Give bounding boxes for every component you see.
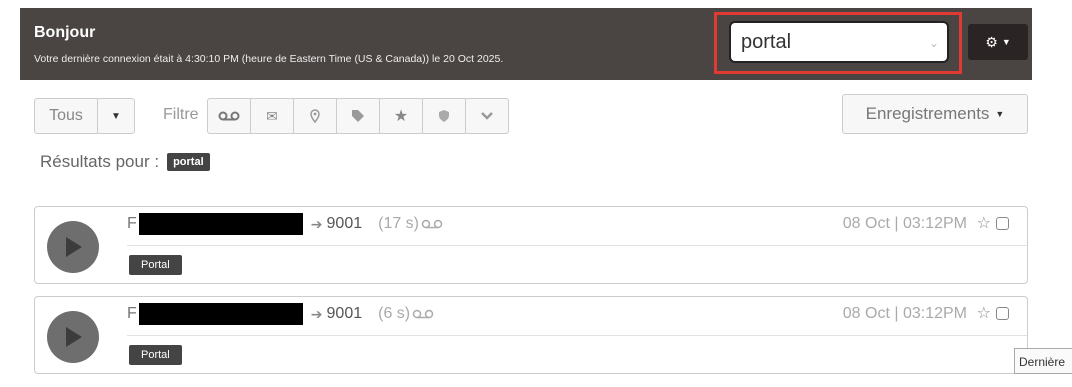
call-route: F ➔ 9001 (17 s) — [127, 213, 443, 235]
results-summary: Résultats pour : portal — [40, 152, 210, 172]
mail-filter-button[interactable]: ✉ — [251, 99, 294, 133]
search-input-value: portal — [741, 31, 792, 53]
voicemail-icon — [218, 111, 240, 121]
play-button[interactable] — [47, 221, 99, 273]
tooltip: Dernière — [1014, 348, 1072, 374]
voicemail-filter-button[interactable] — [208, 99, 251, 133]
call-duration: (6 s) — [378, 305, 411, 322]
more-filter-button[interactable] — [466, 99, 508, 133]
call-record[interactable]: F ➔ 9001 (17 s) 08 Oct | 03:12PM ☆ Porta… — [34, 206, 1028, 284]
records-dropdown[interactable]: Enregistrements ▼ — [842, 94, 1028, 134]
arrow-right-icon: ➔ — [310, 305, 323, 322]
redacted-caller — [138, 213, 303, 235]
call-datetime: 08 Oct | 03:12PM — [842, 215, 967, 232]
caller-prefix: F — [127, 305, 137, 322]
select-checkbox[interactable] — [996, 217, 1009, 230]
mail-icon: ✉ — [266, 107, 278, 124]
call-route: F ➔ 9001 (6 s) — [127, 303, 434, 325]
play-button[interactable] — [47, 311, 99, 363]
card-divider — [127, 335, 1027, 336]
call-tag[interactable]: Portal — [129, 345, 182, 365]
location-filter-button[interactable] — [294, 99, 337, 133]
call-datetime: 08 Oct | 03:12PM — [842, 305, 967, 322]
destination-number: 9001 — [326, 215, 363, 232]
card-divider — [127, 245, 1027, 246]
chevron-down-icon — [481, 112, 493, 120]
caret-down-icon: ▼ — [1001, 37, 1011, 47]
tag-filter-button[interactable] — [337, 99, 380, 133]
destination-number: 9001 — [326, 305, 363, 322]
filter-label: Filtre — [163, 106, 199, 123]
star-icon: ★ — [393, 108, 409, 125]
tag-icon — [352, 110, 364, 122]
last-login-text: Votre dernière connexion était à 4:30:10… — [34, 53, 504, 65]
location-icon — [310, 109, 320, 123]
call-duration: (17 s) — [378, 215, 420, 232]
results-label: Résultats pour : — [40, 152, 160, 171]
settings-button[interactable]: ⚙ ▼ — [968, 24, 1028, 60]
play-icon — [66, 327, 82, 347]
star-icon[interactable]: ☆ — [977, 213, 991, 233]
voicemail-icon — [412, 309, 434, 319]
caret-down-icon: ▼ — [995, 109, 1005, 119]
call-record[interactable]: F ➔ 9001 (6 s) 08 Oct | 03:12PM ☆ Portal — [34, 296, 1028, 374]
caret-down-icon[interactable]: ▼ — [98, 99, 134, 133]
select-checkbox[interactable] — [996, 307, 1009, 320]
records-label: Enregistrements — [865, 104, 990, 123]
play-icon — [66, 237, 82, 257]
all-filter-dropdown[interactable]: Tous ▼ — [34, 98, 135, 134]
all-button[interactable]: Tous — [35, 99, 98, 133]
arrow-right-icon: ➔ — [310, 215, 323, 232]
call-tag[interactable]: Portal — [129, 255, 182, 275]
shield-filter-button[interactable] — [423, 99, 466, 133]
gear-icon: ⚙ — [985, 33, 998, 50]
star-icon[interactable]: ☆ — [977, 303, 991, 323]
filter-buttons: ✉ ★ — [207, 98, 509, 134]
caller-prefix: F — [127, 215, 137, 232]
greeting-title: Bonjour — [34, 24, 96, 41]
search-input[interactable]: portal ⌄ — [729, 21, 949, 63]
voicemail-icon — [421, 219, 443, 229]
query-tag: portal — [167, 153, 210, 171]
redacted-caller — [138, 303, 303, 325]
search-dropdown-icon[interactable]: ⌄ — [929, 36, 939, 50]
star-filter-button[interactable]: ★ — [380, 99, 423, 133]
shield-icon — [439, 110, 449, 122]
